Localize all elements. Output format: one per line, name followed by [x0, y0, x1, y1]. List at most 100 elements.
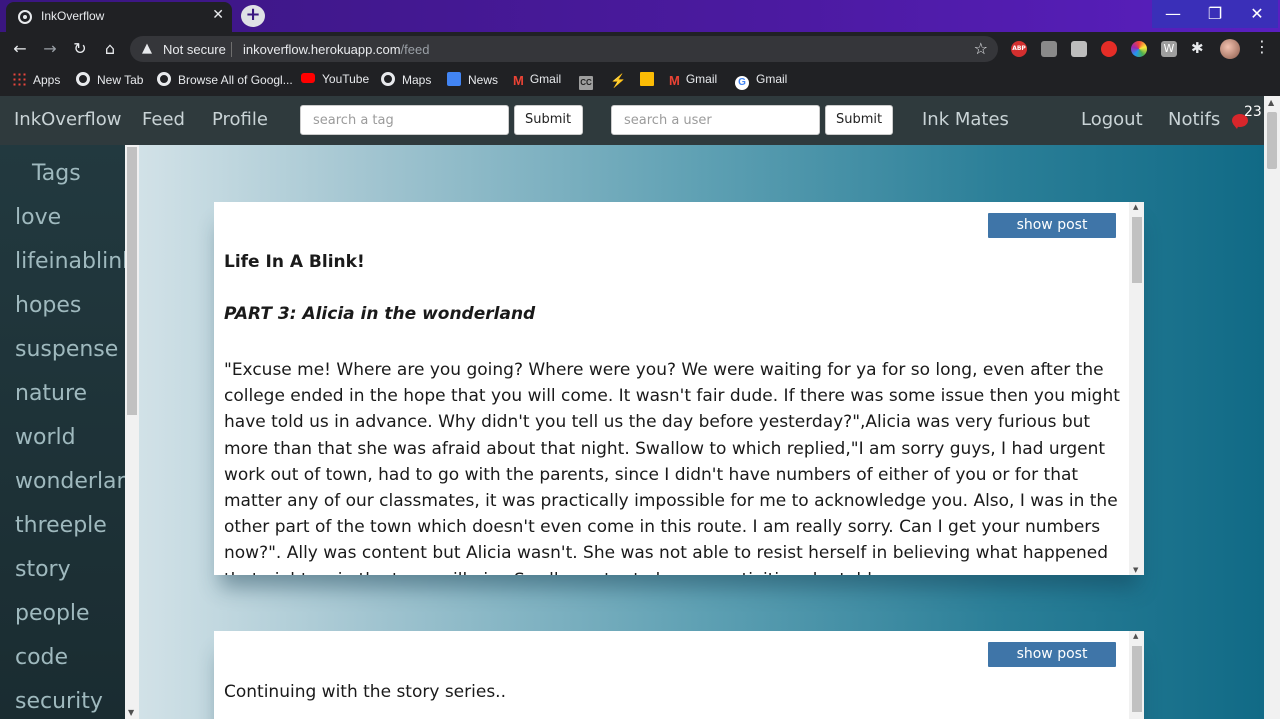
tag-submit-button[interactable]: Submit — [514, 105, 583, 135]
sidebar-scroll-thumb[interactable] — [127, 147, 137, 415]
user-submit-button[interactable]: Submit — [825, 105, 893, 135]
tag-link[interactable]: story — [15, 557, 125, 582]
post-card: show post Continuing with the story seri… — [214, 631, 1144, 719]
image-icon — [640, 72, 654, 86]
tag-link[interactable]: love — [15, 205, 125, 230]
security-label[interactable]: Not secure — [163, 42, 226, 57]
gmail-icon: M — [513, 73, 524, 88]
user-search-input[interactable]: search a user — [611, 105, 820, 135]
adblock-extension-icon[interactable]: ABP — [1011, 41, 1027, 57]
show-post-button[interactable]: show post — [988, 642, 1116, 667]
bookmark-star-icon[interactable]: ☆ — [974, 39, 988, 58]
notification-count: 23 — [1244, 104, 1262, 120]
site-navbar: InkOverflow Feed Profile search a tag Su… — [0, 96, 1264, 145]
chrome-icon — [157, 72, 171, 86]
youtube-extension-icon[interactable] — [1101, 41, 1117, 57]
bookmark-cc[interactable]: CC — [579, 72, 600, 90]
bookmark-youtube[interactable]: YouTube — [301, 72, 369, 86]
post-scrollbar[interactable]: ▲ — [1129, 631, 1144, 719]
apps-grid-icon — [12, 72, 26, 86]
browser-tab[interactable]: InkOverflow ✕ — [6, 2, 232, 32]
bookmark-gmail-2[interactable]: M Gmail — [669, 72, 717, 88]
page-scroll-thumb[interactable] — [1267, 112, 1277, 169]
url-host: inkoverflow.herokuapp.com — [243, 42, 401, 57]
cc-icon: CC — [579, 76, 593, 90]
new-tab-button[interactable]: + — [241, 5, 265, 27]
bookmarks-bar: Apps New Tab Browse All of Googl... YouT… — [0, 65, 1280, 96]
close-tab-icon[interactable]: ✕ — [212, 7, 224, 23]
web-page: InkOverflow Feed Profile search a tag Su… — [0, 96, 1280, 719]
chrome-icon — [381, 72, 395, 86]
youtube-icon — [301, 73, 315, 83]
browser-menu-icon[interactable]: ⋮ — [1254, 37, 1270, 56]
post-scroll-thumb[interactable] — [1132, 646, 1142, 712]
tag-search-input[interactable]: search a tag — [300, 105, 509, 135]
tab-title: InkOverflow — [41, 9, 105, 23]
tag-link[interactable]: world — [15, 425, 125, 450]
post-subtitle: PART 3: Alicia in the wonderland — [224, 304, 536, 324]
brand-link[interactable]: InkOverflow — [14, 109, 122, 130]
scroll-down-arrow-icon[interactable]: ▼ — [1133, 566, 1138, 574]
address-bar[interactable]: ▲ Not secure inkoverflow.herokuapp.com/f… — [130, 36, 998, 62]
url-path: /feed — [400, 42, 430, 57]
tag-link[interactable]: hopes — [15, 293, 125, 318]
bookmark-bolt[interactable]: ⚡ — [610, 72, 631, 88]
tag-link[interactable]: suspense — [15, 337, 125, 362]
extensions-puzzle-icon[interactable]: ✱ — [1191, 39, 1209, 57]
page-scrollbar[interactable]: ▲ — [1264, 96, 1280, 719]
post-body: Continuing with the story series.. — [224, 682, 506, 702]
browser-tab-strip: InkOverflow ✕ + — ❐ ✕ — [0, 0, 1280, 32]
google-icon: G — [735, 76, 749, 90]
w-extension-icon[interactable]: W — [1161, 41, 1177, 57]
bookmark-image[interactable] — [640, 72, 661, 87]
post-card: show post Life In A Blink! PART 3: Alici… — [214, 202, 1144, 575]
logout-link[interactable]: Logout — [1081, 109, 1143, 130]
minimize-icon[interactable]: — — [1152, 0, 1194, 28]
tag-link[interactable]: nature — [15, 381, 125, 406]
site-favicon-icon — [18, 10, 32, 24]
scroll-down-arrow-icon[interactable]: ▼ — [128, 708, 134, 717]
url-text[interactable]: inkoverflow.herokuapp.com/feed — [243, 42, 429, 57]
profile-link[interactable]: Profile — [212, 109, 268, 130]
gmail-icon: M — [669, 73, 680, 88]
home-icon[interactable]: ⌂ — [99, 38, 121, 60]
post-scrollbar[interactable]: ▲ ▼ — [1129, 202, 1144, 575]
bookmark-browse-google[interactable]: Browse All of Googl... — [157, 72, 293, 87]
tag-link[interactable]: lifeinablink — [15, 249, 125, 274]
close-window-icon[interactable]: ✕ — [1236, 0, 1278, 28]
extension-icon[interactable] — [1041, 41, 1057, 57]
bookmark-apps[interactable]: Apps — [12, 72, 60, 87]
forward-icon[interactable]: → — [39, 38, 61, 60]
scroll-up-arrow-icon[interactable]: ▲ — [1133, 632, 1138, 640]
post-title: Life In A Blink! — [224, 252, 365, 272]
tag-link[interactable]: security — [15, 689, 125, 714]
scroll-up-arrow-icon[interactable]: ▲ — [1268, 98, 1274, 107]
bookmark-gmail-1[interactable]: M Gmail — [513, 72, 561, 88]
bookmark-news[interactable]: News — [447, 72, 498, 87]
scroll-up-arrow-icon[interactable]: ▲ — [1133, 203, 1138, 211]
bookmark-gmail-3[interactable]: G Gmail — [735, 72, 787, 90]
post-body: "Excuse me! Where are you going? Where w… — [224, 360, 1120, 575]
bookmark-maps[interactable]: Maps — [381, 72, 431, 87]
tags-sidebar: Tags love lifeinablink hopes suspense na… — [0, 145, 125, 719]
sidebar-scrollbar[interactable]: ▼ — [125, 145, 139, 719]
divider — [231, 42, 232, 57]
tag-link[interactable]: people — [15, 601, 125, 626]
ink-mates-link[interactable]: Ink Mates — [922, 109, 1009, 130]
chrome-icon — [76, 72, 90, 86]
color-extension-icon[interactable] — [1131, 41, 1147, 57]
profile-avatar[interactable] — [1220, 39, 1240, 59]
print-extension-icon[interactable] — [1071, 41, 1087, 57]
restore-icon[interactable]: ❐ — [1194, 0, 1236, 28]
bookmark-new-tab[interactable]: New Tab — [76, 72, 143, 87]
reload-icon[interactable]: ↻ — [69, 38, 91, 60]
feed-link[interactable]: Feed — [142, 109, 185, 130]
tag-link[interactable]: wonderland — [15, 469, 125, 494]
sidebar-title: Tags — [32, 161, 81, 186]
notifs-link[interactable]: Notifs — [1168, 109, 1220, 130]
show-post-button[interactable]: show post — [988, 213, 1116, 238]
post-scroll-thumb[interactable] — [1132, 217, 1142, 283]
tag-link[interactable]: code — [15, 645, 125, 670]
back-icon[interactable]: ← — [9, 38, 31, 60]
tag-link[interactable]: threeple — [15, 513, 125, 538]
